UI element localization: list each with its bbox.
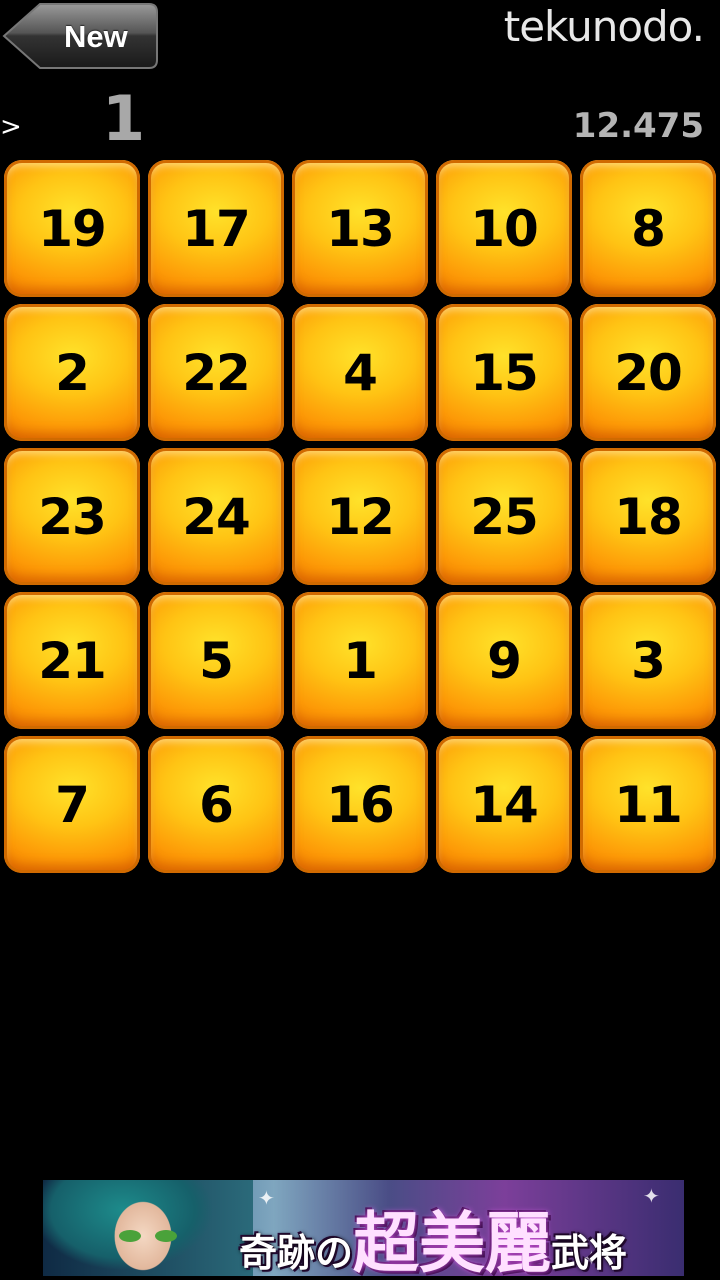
tile-number: 24 xyxy=(182,487,251,546)
tile-number: 14 xyxy=(470,775,539,834)
next-target-number: 1 xyxy=(102,82,146,155)
tile-number: 23 xyxy=(38,487,107,546)
number-tile[interactable]: 13 xyxy=(292,160,428,297)
tile-number: 17 xyxy=(182,199,251,258)
number-tile[interactable]: 6 xyxy=(148,736,284,873)
tile-number: 2 xyxy=(55,343,90,402)
ad-text-emphasis: 超美麗 xyxy=(353,1204,552,1276)
ad-eye-right xyxy=(155,1230,177,1242)
number-tile[interactable]: 4 xyxy=(292,304,428,441)
tile-number: 8 xyxy=(631,199,666,258)
number-tile[interactable]: 17 xyxy=(148,160,284,297)
number-tile[interactable]: 19 xyxy=(4,160,140,297)
elapsed-timer: 12.475 xyxy=(572,106,704,146)
ad-character-image xyxy=(43,1180,253,1276)
tile-number: 13 xyxy=(326,199,395,258)
number-tile[interactable]: 14 xyxy=(436,736,572,873)
number-tile[interactable]: 1 xyxy=(292,592,428,729)
tile-number: 16 xyxy=(326,775,395,834)
number-tile[interactable]: 25 xyxy=(436,448,572,585)
tile-number: 20 xyxy=(614,343,683,402)
number-tile[interactable]: 7 xyxy=(4,736,140,873)
ad-eye-left xyxy=(119,1230,141,1242)
number-tile[interactable]: 20 xyxy=(580,304,716,441)
tile-number: 11 xyxy=(614,775,683,834)
number-tile[interactable]: 3 xyxy=(580,592,716,729)
new-game-button[interactable]: New xyxy=(2,2,159,70)
number-tile[interactable]: 12 xyxy=(292,448,428,585)
number-tile[interactable]: 15 xyxy=(436,304,572,441)
tile-number: 19 xyxy=(38,199,107,258)
tile-number: 6 xyxy=(199,775,234,834)
number-tile[interactable]: 5 xyxy=(148,592,284,729)
tile-number: 15 xyxy=(470,343,539,402)
tile-number: 1 xyxy=(343,631,378,690)
number-tile[interactable]: 22 xyxy=(148,304,284,441)
tile-number: 3 xyxy=(631,631,666,690)
new-button-label: New xyxy=(64,19,128,54)
tile-number: 21 xyxy=(38,631,107,690)
tile-number: 12 xyxy=(326,487,395,546)
prompt-indicator: > xyxy=(0,112,22,142)
number-tile[interactable]: 23 xyxy=(4,448,140,585)
tile-number: 9 xyxy=(487,631,522,690)
ad-text-prefix: 奇跡の xyxy=(239,1230,354,1275)
number-tile[interactable]: 9 xyxy=(436,592,572,729)
tile-number: 10 xyxy=(470,199,539,258)
number-tile[interactable]: 24 xyxy=(148,448,284,585)
number-tile[interactable]: 11 xyxy=(580,736,716,873)
number-tile[interactable]: 18 xyxy=(580,448,716,585)
tile-number: 7 xyxy=(55,775,90,834)
sparkle-icon: ✦ xyxy=(643,1184,660,1208)
brand-logo: tekunodo. xyxy=(503,2,705,51)
number-tile[interactable]: 2 xyxy=(4,304,140,441)
number-tile[interactable]: 21 xyxy=(4,592,140,729)
tile-number: 22 xyxy=(182,343,251,402)
tile-number: 18 xyxy=(614,487,683,546)
ad-banner[interactable]: ✦ ✦ ✧ 奇跡の超美麗武将 xyxy=(43,1180,684,1276)
ad-headline: 奇跡の超美麗武将 xyxy=(239,1190,627,1276)
number-tile[interactable]: 10 xyxy=(436,160,572,297)
tile-number: 5 xyxy=(199,631,234,690)
number-tile[interactable]: 8 xyxy=(580,160,716,297)
tile-number: 25 xyxy=(470,487,539,546)
number-grid: 19 17 13 10 8 2 22 4 15 20 23 24 12 25 1… xyxy=(4,160,716,873)
number-tile[interactable]: 16 xyxy=(292,736,428,873)
tile-number: 4 xyxy=(343,343,378,402)
ad-text-suffix: 武将 xyxy=(551,1230,628,1275)
